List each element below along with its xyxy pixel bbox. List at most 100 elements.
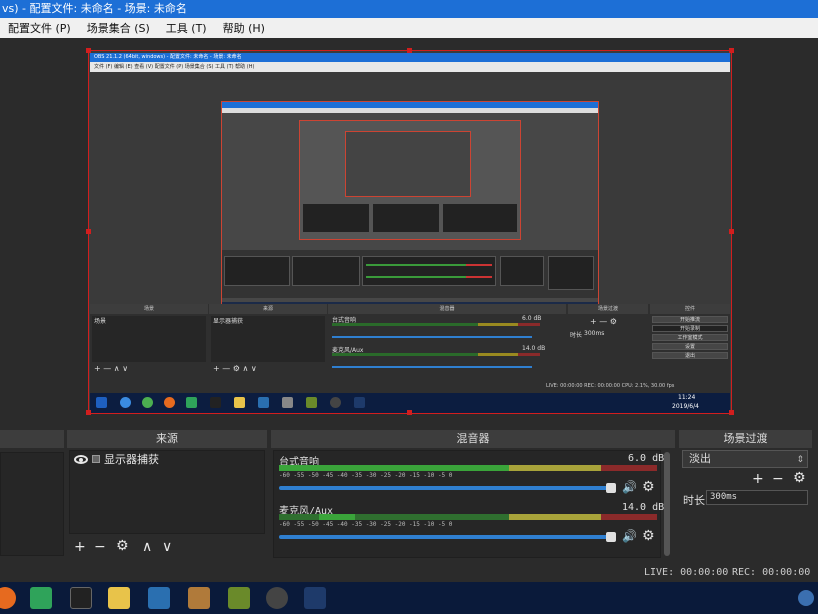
nested-exit: 退出	[652, 352, 728, 359]
resize-handle[interactable]	[86, 48, 91, 53]
resize-handle[interactable]	[407, 48, 412, 53]
nested-desktop-volume	[332, 336, 532, 338]
display-capture-preview[interactable]: OBS 21.1.2 (64bit, windows) - 配置文件: 未命名 …	[88, 50, 732, 414]
source-item[interactable]: 显示器捕获	[74, 452, 159, 466]
nested-desktop-audio-db: 6.0 dB	[522, 315, 542, 322]
transition-select-value: 淡出	[689, 452, 711, 465]
pycharm-icon[interactable]	[30, 587, 52, 609]
mic-gear-icon[interactable]: ⚙	[642, 528, 655, 544]
menu-profile[interactable]: 配置文件 (P)	[0, 20, 79, 36]
desktop-audio-speaker-icon[interactable]: 🔊	[622, 480, 637, 494]
nested-meter-peak	[466, 276, 492, 278]
mic-speaker-icon[interactable]: 🔊	[622, 529, 637, 543]
nested-settings: 设置	[652, 343, 728, 350]
nested-sources-box	[372, 203, 440, 233]
nested-screenshot-level-3	[299, 120, 521, 240]
obs-icon[interactable]	[266, 587, 288, 609]
resize-handle[interactable]	[729, 229, 734, 234]
mic-meter-peak	[601, 514, 657, 520]
mic-meter-warn	[509, 514, 601, 520]
mic-meter-level	[319, 514, 355, 520]
photos-icon[interactable]	[304, 587, 326, 609]
taskbar	[0, 582, 818, 614]
nested-mic-meter-warn	[478, 353, 518, 356]
nested-obs-icon	[330, 397, 341, 408]
mic-volume-slider[interactable]	[279, 535, 611, 539]
desktop-audio-gear-icon[interactable]: ⚙	[642, 479, 655, 495]
add-transition-icon[interactable]: +	[752, 472, 764, 486]
sources-header: 来源	[67, 430, 267, 448]
mixer-scrollbar[interactable]	[664, 452, 670, 556]
firefox-icon[interactable]	[0, 587, 16, 609]
window-title: vs) - 配置文件: 未命名 - 场景: 未命名	[0, 0, 818, 18]
resize-handle[interactable]	[86, 410, 91, 415]
nested-statusbar: LIVE: 00:00:00 REC: 00:00:00 CPU: 2.1%, …	[90, 380, 730, 392]
remove-transition-icon[interactable]: −	[772, 472, 784, 486]
nested-scenes-box	[302, 203, 370, 233]
nested-desktop-meter-peak	[518, 323, 540, 326]
nested-controls-header: 控件	[650, 304, 730, 314]
nested-clock-date: 2019/6/4	[672, 403, 699, 410]
transition-select[interactable]: 淡出 ⇕	[682, 450, 808, 468]
nested-scene-item: 场景	[94, 318, 107, 325]
nested-clock-time: 11:24	[678, 394, 696, 401]
nested-transitions-header: 场景过渡	[568, 304, 648, 314]
terminal-icon[interactable]	[70, 587, 92, 609]
nested-transitions-toolbar: + — ⚙	[590, 317, 617, 326]
mic-volume-knob[interactable]	[606, 532, 616, 542]
nested-desktop-meter	[332, 323, 478, 326]
transition-properties-gear-icon[interactable]: ⚙	[793, 471, 806, 485]
nested-sources-box	[292, 256, 360, 286]
sublime-icon[interactable]	[188, 587, 210, 609]
desktop-audio-meter	[279, 465, 509, 471]
nested-status-text: LIVE: 00:00:00 REC: 00:00:00 CPU: 2.1%, …	[546, 383, 675, 389]
nested-folder-icon	[234, 397, 245, 408]
nested-meter	[366, 276, 466, 278]
nested-mixer-header: 混音器	[328, 304, 566, 314]
move-up-icon[interactable]: ∧	[142, 540, 152, 554]
chevron-updown-icon: ⇕	[796, 455, 804, 465]
resize-handle[interactable]	[729, 410, 734, 415]
move-down-icon[interactable]: ∨	[162, 540, 172, 554]
folder-icon[interactable]	[108, 587, 130, 609]
nested-desktop-meter-warn	[478, 323, 518, 326]
source-properties-gear-icon[interactable]: ⚙	[116, 539, 129, 553]
nested-app4-icon	[306, 397, 317, 408]
desktop-audio-ticks: -60 -55 -50 -45 -40 -35 -30 -25 -20 -15 …	[279, 472, 453, 479]
nested-sources-header: 来源	[209, 304, 327, 314]
nested-firefox-icon	[164, 397, 175, 408]
app-icon[interactable]	[148, 587, 170, 609]
notepad-icon[interactable]	[228, 587, 250, 609]
duration-label: 时长	[683, 494, 705, 507]
resize-handle[interactable]	[729, 48, 734, 53]
lock-icon[interactable]	[92, 455, 100, 463]
resize-handle[interactable]	[86, 229, 91, 234]
nested-mic-meter	[332, 353, 478, 356]
nested-window-title: OBS 21.1.2 (64bit, windows) - 配置文件: 未命名 …	[90, 53, 730, 62]
nested-menubar: 文件 (F) 编辑 (E) 查看 (V) 配置文件 (P) 场景集合 (S) 工…	[90, 62, 730, 72]
duration-input[interactable]: 300ms	[706, 490, 808, 505]
visibility-eye-icon[interactable]	[74, 454, 88, 464]
menubar: 配置文件 (P) 场景集合 (S) 工具 (T) 帮助 (H)	[0, 18, 818, 38]
menu-scene-collection[interactable]: 场景集合 (S)	[79, 20, 158, 36]
nested-meter-peak	[466, 264, 492, 266]
menu-help[interactable]: 帮助 (H)	[215, 20, 273, 36]
resize-handle[interactable]	[407, 410, 412, 415]
remove-source-icon[interactable]: −	[94, 540, 106, 554]
menu-tools[interactable]: 工具 (T)	[158, 20, 215, 36]
desktop-audio-volume-slider[interactable]	[279, 486, 611, 490]
nested-mic-db: 14.0 dB	[522, 345, 546, 352]
mic-meter	[355, 514, 509, 520]
desktop-audio-volume-knob[interactable]	[606, 483, 616, 493]
nested-duration-value: 300ms	[584, 330, 605, 337]
scenes-header	[0, 430, 64, 448]
tray-icon[interactable]	[798, 590, 814, 606]
nested-scenes-toolbar: + — ∧ ∨	[94, 364, 129, 373]
desktop-audio-meter-peak	[601, 465, 657, 471]
add-source-icon[interactable]: +	[74, 540, 86, 554]
scenes-list[interactable]	[0, 452, 64, 556]
nested-photos-icon	[354, 397, 365, 408]
nested-mixer-box	[362, 256, 496, 286]
mic-ticks: -60 -55 -50 -45 -40 -35 -30 -25 -20 -15 …	[279, 521, 453, 528]
mixer-header: 混音器	[271, 430, 675, 448]
